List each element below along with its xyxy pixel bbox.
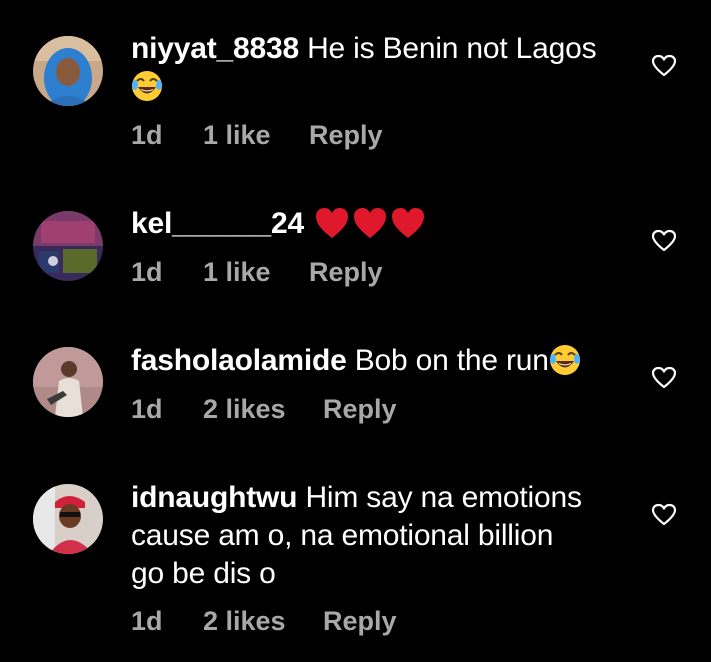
comment-body-line: go be dis o	[131, 557, 276, 590]
comment-time: 1d	[131, 120, 163, 150]
comment-body: Bob on the run	[354, 344, 549, 377]
comment-text: niyyat_8838 He is Benin not Lagos	[131, 30, 631, 106]
reply-button[interactable]: Reply	[323, 605, 397, 637]
red-heart-icon	[314, 206, 350, 240]
red-heart-icon	[390, 206, 426, 240]
comment-likes[interactable]: 1 like	[203, 256, 271, 288]
comment-time: 1d	[131, 257, 163, 287]
like-heart-icon[interactable]	[651, 229, 677, 253]
comment-username[interactable]: kel______24	[131, 207, 304, 240]
comment-time: 1d	[131, 394, 163, 424]
comment-likes[interactable]: 2 likes	[203, 393, 286, 425]
comment-body-line: cause am o, na emotional billion	[131, 519, 554, 552]
comment-text: idnaughtwu Him say na emotions cause am …	[131, 479, 631, 593]
like-heart-icon[interactable]	[651, 503, 677, 527]
reply-button[interactable]: Reply	[309, 119, 383, 151]
comment-text: fasholaolamide Bob on the run	[131, 342, 631, 380]
comment-likes[interactable]: 2 likes	[203, 605, 286, 637]
like-heart-icon[interactable]	[651, 366, 677, 390]
laughing-tears-icon	[131, 70, 163, 102]
comment-body: He is Benin not Lagos	[307, 32, 597, 65]
laughing-tears-icon	[549, 344, 581, 376]
comment-username[interactable]: niyyat_8838	[131, 32, 299, 65]
reply-button[interactable]: Reply	[309, 256, 383, 288]
avatar[interactable]	[33, 211, 103, 281]
comment-username[interactable]: idnaughtwu	[131, 481, 297, 514]
reply-button[interactable]: Reply	[323, 393, 397, 425]
avatar[interactable]	[33, 484, 103, 554]
comment-likes[interactable]: 1 like	[203, 119, 271, 151]
red-heart-icon	[352, 206, 388, 240]
avatar[interactable]	[33, 36, 103, 106]
comment-text: kel______24	[131, 205, 631, 243]
comment-body-line: Him say na emotions	[305, 481, 582, 514]
comment-time: 1d	[131, 606, 163, 636]
comment-username[interactable]: fasholaolamide	[131, 344, 347, 377]
avatar[interactable]	[33, 347, 103, 417]
like-heart-icon[interactable]	[651, 54, 677, 78]
